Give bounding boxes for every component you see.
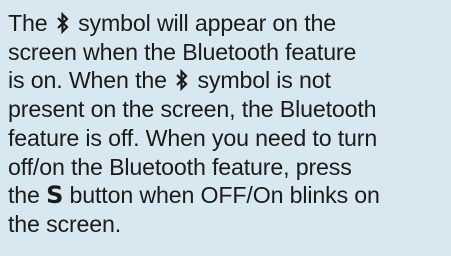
text-line-6: off/on the Bluetooth feature, press [8,153,352,180]
line3-end: symbol is not [191,67,331,94]
text-line-5: feature is off. When you need to turn [8,124,378,151]
text-line-3: is on. When the symbol is not [8,66,443,95]
bluetooth-icon [54,12,72,34]
bluetooth-icon [173,69,191,92]
line3-start: is on. When the [8,67,174,94]
text-line-1: The symbol will appear on the [8,9,443,38]
line1-start: The [8,10,54,36]
line1-end: symbol will appear on the [71,10,336,36]
s-button-label: S [46,181,64,210]
instruction-panel: The symbol will appear on the screen whe… [0,0,451,256]
line7-end: button when OFF/On blinks on [63,182,380,209]
text-line-7: the S button when OFF/On blinks on [8,181,443,210]
text-line-4: present on the screen, the Bluetooth [8,96,377,123]
text-line-2: screen when the Bluetooth feature [8,38,357,65]
text-line-8: the screen. [8,210,122,237]
line7-start: the [8,182,47,209]
